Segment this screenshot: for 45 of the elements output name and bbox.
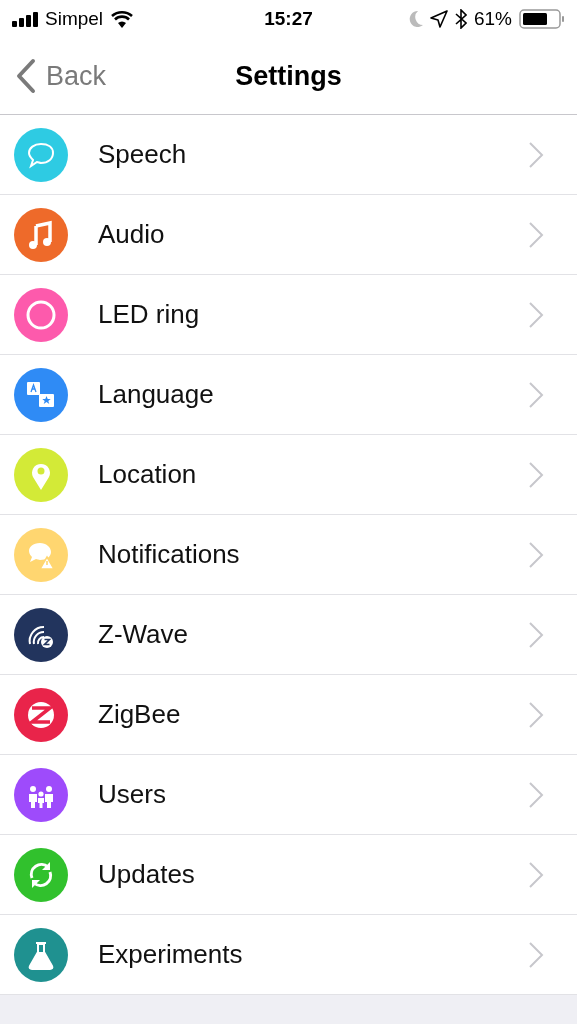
settings-item[interactable]: Language: [0, 355, 577, 435]
signal-icon: [12, 11, 38, 27]
page-title: Settings: [235, 60, 342, 92]
chevron-right-icon: [528, 540, 544, 569]
chevron-right-icon: [528, 380, 544, 409]
chevron-right-icon: [528, 860, 544, 889]
item-label: Notifications: [98, 539, 241, 570]
item-label: Z-Wave: [98, 619, 190, 650]
chevron-left-icon: [16, 58, 36, 94]
chevron-right-icon: [528, 220, 544, 249]
settings-item[interactable]: Audio: [0, 195, 577, 275]
item-label: Experiments: [98, 939, 244, 970]
chevron-right-icon: [528, 140, 544, 169]
chevron-right-icon: [528, 700, 544, 729]
location-arrow-icon: [430, 10, 448, 28]
chevron-right-icon: [528, 780, 544, 809]
item-label: Audio: [98, 219, 166, 250]
item-label: Language: [98, 379, 215, 410]
item-label: Speech: [98, 139, 188, 170]
bluetooth-icon: [455, 9, 467, 29]
item-label: LED ring: [98, 299, 201, 330]
chevron-right-icon: [528, 620, 544, 649]
settings-item[interactable]: ZigBee: [0, 675, 577, 755]
settings-item[interactable]: Speech: [0, 115, 577, 195]
carrier-name: Simpel: [45, 8, 104, 30]
chevron-right-icon: [528, 300, 544, 329]
settings-item[interactable]: Updates: [0, 835, 577, 915]
battery-icon: [519, 9, 565, 29]
settings-item[interactable]: Notifications: [0, 515, 577, 595]
moon-icon: [407, 10, 423, 28]
chevron-right-icon: [528, 460, 544, 489]
settings-item[interactable]: Experiments: [0, 915, 577, 995]
settings-item[interactable]: LED ring: [0, 275, 577, 355]
item-label: Updates: [98, 859, 196, 890]
wifi-icon: [110, 10, 135, 28]
settings-item[interactable]: Users: [0, 755, 577, 835]
item-label: Users: [98, 779, 167, 810]
item-label: Location: [98, 459, 198, 490]
settings-item[interactable]: Location: [0, 435, 577, 515]
clock-time: 15:27: [264, 8, 313, 30]
back-button[interactable]: Back: [0, 57, 113, 95]
item-label: ZigBee: [98, 699, 182, 730]
battery-percent: 61%: [474, 8, 512, 30]
settings-item[interactable]: Z-Wave: [0, 595, 577, 675]
chevron-right-icon: [528, 940, 544, 969]
